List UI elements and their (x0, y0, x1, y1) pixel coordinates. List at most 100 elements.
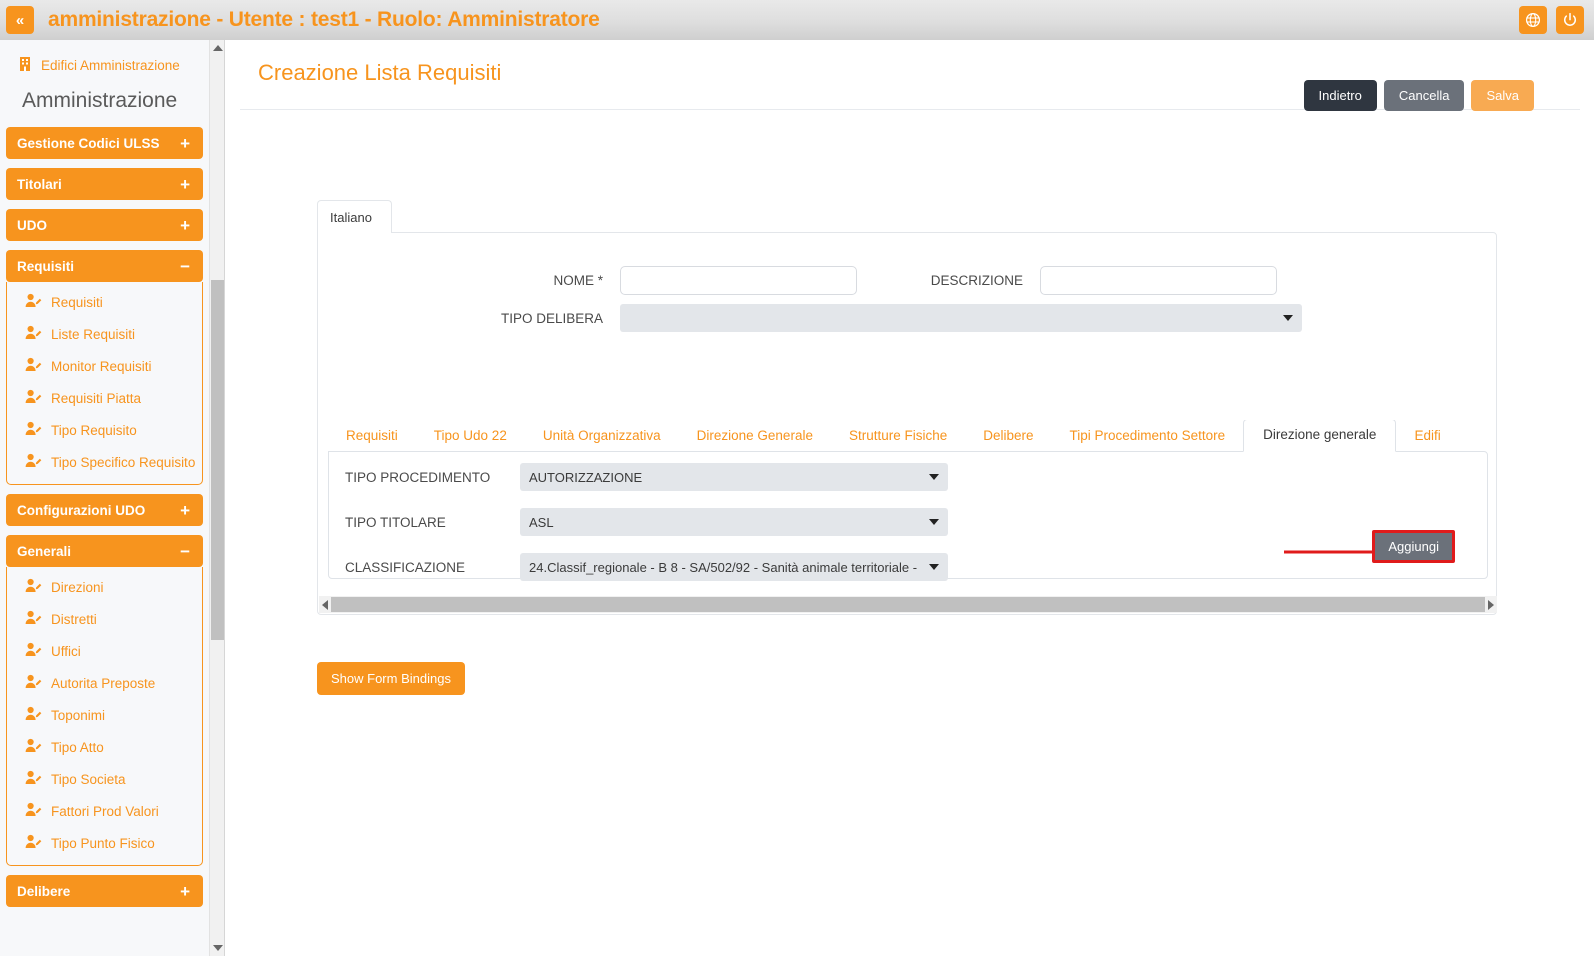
user-edit-icon (25, 802, 42, 820)
field-row-tipo-titolare: TIPO TITOLARE ASL (345, 508, 948, 536)
tab-edifi[interactable]: Edifi (1396, 421, 1458, 452)
tab-requisiti[interactable]: Requisiti (328, 421, 416, 452)
tab-direzione-generale[interactable]: Direzione generale (1243, 420, 1397, 452)
scroll-left-arrow-icon[interactable] (322, 599, 328, 610)
chevron-down-icon (929, 519, 939, 525)
scroll-up-arrow-icon[interactable] (213, 45, 223, 51)
sidebar-scrollbar[interactable] (209, 40, 225, 956)
tab-direzione-generale[interactable]: Direzione Generale (679, 421, 831, 452)
nome-input[interactable] (620, 266, 857, 295)
sidebar-item-tipo-specifico-requisito[interactable]: Tipo Specifico Requisito (7, 446, 202, 478)
sidebar-group-label: Configurazioni UDO (17, 502, 146, 518)
cancel-button[interactable]: Cancella (1383, 80, 1465, 111)
minus-icon: − (180, 256, 190, 276)
sidebar-group-delibere[interactable]: Delibere + (6, 875, 203, 907)
form-panel-wrapper: Italiano NOME * DESCRIZIONE TIPO DELIBER… (317, 200, 1497, 615)
chevron-down-icon (1283, 315, 1293, 321)
tab-panel-direzione-generale: TIPO PROCEDIMENTO AUTORIZZAZIONE TIPO TI… (328, 451, 1488, 581)
show-form-bindings-button[interactable]: Show Form Bindings (317, 662, 465, 695)
globe-icon[interactable] (1519, 6, 1547, 34)
aggiungi-button[interactable]: Aggiungi (1372, 530, 1455, 563)
sidebar-group-udo[interactable]: UDO + (6, 209, 203, 241)
sidebar-top-link-label: Edifici Amministrazione (41, 58, 180, 73)
save-button[interactable]: Salva (1471, 80, 1534, 111)
sidebar-sublist: Direzioni Distretti Uffici Autorita Prep… (6, 567, 203, 866)
sidebar-item-toponimi[interactable]: Toponimi (7, 699, 202, 731)
sidebar-group-configurazioni-udo[interactable]: Configurazioni UDO + (6, 494, 203, 526)
user-edit-icon (25, 642, 42, 660)
sidebar-group-label: Generali (17, 543, 72, 559)
sidebar-item-tipo-punto-fisico[interactable]: Tipo Punto Fisico (7, 827, 202, 859)
scroll-right-arrow-icon[interactable] (1488, 599, 1494, 610)
user-edit-icon (25, 421, 42, 439)
field-row-classificazione: CLASSIFICAZIONE 24.Classif_regionale - B… (345, 553, 948, 581)
sidebar-item-tipo-societa[interactable]: Tipo Societa (7, 763, 202, 795)
header-icon-group (1519, 6, 1584, 34)
descrizione-label: DESCRIZIONE (930, 273, 1023, 288)
main-content: Creazione Lista Requisiti Indietro Cance… (226, 40, 1594, 956)
sidebar-item-label: Requisiti Piatta (51, 390, 142, 406)
user-edit-icon (25, 578, 42, 596)
user-edit-icon (25, 706, 42, 724)
sidebar-item-liste-requisiti[interactable]: Liste Requisiti (7, 318, 202, 350)
sidebar-item-edifici-amministrazione[interactable]: Edifici Amministrazione (0, 40, 209, 79)
sidebar-group-label: Titolari (17, 176, 62, 192)
tipo-titolare-select[interactable]: ASL (520, 508, 948, 536)
field-row-descrizione: DESCRIZIONE (923, 266, 1277, 295)
sidebar-heading: Amministrazione (22, 89, 178, 112)
tipo-procedimento-select[interactable]: AUTORIZZAZIONE (520, 463, 948, 491)
sidebar-collapse-button[interactable]: « (6, 6, 34, 34)
tab-delibere[interactable]: Delibere (965, 421, 1051, 452)
tab-tipi-procedimento-settore[interactable]: Tipi Procedimento Settore (1052, 421, 1244, 452)
tipo-delibera-select[interactable] (620, 304, 1302, 332)
sidebar-scrollbar-thumb[interactable] (211, 280, 224, 640)
sidebar-group-gestione-codici-ulss[interactable]: Gestione Codici ULSS + (6, 127, 203, 159)
plus-icon: + (180, 133, 190, 153)
sidebar-item-tipo-requisito[interactable]: Tipo Requisito (7, 414, 202, 446)
descrizione-input[interactable] (1040, 266, 1277, 295)
sidebar-item-label: Requisiti (51, 294, 103, 310)
sidebar-item-label: Fattori Prod Valori (51, 803, 159, 819)
sidebar-item-monitor-requisiti[interactable]: Monitor Requisiti (7, 350, 202, 382)
panel-horizontal-scrollbar[interactable] (319, 596, 1497, 613)
tipo-delibera-label: TIPO DELIBERA (500, 310, 603, 326)
tab-strutture-fisiche[interactable]: Strutture Fisiche (831, 421, 965, 452)
tab-bar: Requisiti Tipo Udo 22 Unità Organizzativa D… (328, 420, 1488, 452)
sidebar-item-label: Tipo Atto (51, 739, 104, 755)
sidebar-group-titolari[interactable]: Titolari + (6, 168, 203, 200)
user-edit-icon (25, 610, 42, 628)
sidebar-item-label: Toponimi (51, 707, 106, 723)
classificazione-select[interactable]: 24.Classif_regionale - B 8 - SA/502/92 -… (520, 553, 948, 581)
scroll-down-arrow-icon[interactable] (213, 945, 223, 951)
tab-unità-organizzativa[interactable]: Unità Organizzativa (525, 421, 679, 452)
user-edit-icon (25, 453, 42, 471)
sidebar: Edifici Amministrazione Amministrazione … (0, 40, 209, 956)
power-icon[interactable] (1556, 6, 1584, 34)
plus-icon: + (180, 215, 190, 235)
sidebar-group-label: Requisiti (17, 258, 75, 274)
tipo-procedimento-value: AUTORIZZAZIONE (529, 469, 643, 485)
plus-icon: + (180, 881, 190, 901)
user-edit-icon (25, 325, 42, 343)
back-button[interactable]: Indietro (1303, 80, 1377, 111)
top-header-bar: « amministrazione - Utente : test1 - Ruo… (0, 0, 1594, 40)
sidebar-group-requisiti[interactable]: Requisiti − (6, 250, 203, 282)
sidebar-item-fattori-prod-valori[interactable]: Fattori Prod Valori (7, 795, 202, 827)
sidebar-item-autorita-preposte[interactable]: Autorita Preposte (7, 667, 202, 699)
sidebar-item-requisiti[interactable]: Requisiti (7, 286, 202, 318)
horizontal-scrollbar-thumb[interactable] (331, 597, 1485, 612)
plus-icon: + (180, 174, 190, 194)
tab-italiano[interactable]: Italiano (317, 200, 392, 233)
sidebar-item-direzioni[interactable]: Direzioni (7, 571, 202, 603)
minus-icon: − (180, 541, 190, 561)
sidebar-item-tipo-atto[interactable]: Tipo Atto (7, 731, 202, 763)
app-title: amministrazione - Utente : test1 - Ruolo… (48, 8, 600, 31)
sidebar-item-requisiti-piatta[interactable]: Requisiti Piatta (7, 382, 202, 414)
sidebar-item-label: Tipo Specifico Requisito (51, 454, 196, 470)
sidebar-item-uffici[interactable]: Uffici (7, 635, 202, 667)
tab-tipo-udo-22[interactable]: Tipo Udo 22 (416, 421, 525, 452)
sidebar-item-distretti[interactable]: Distretti (7, 603, 202, 635)
plus-icon: + (180, 500, 190, 520)
user-edit-icon (25, 770, 42, 788)
sidebar-group-generali[interactable]: Generali − (6, 535, 203, 567)
